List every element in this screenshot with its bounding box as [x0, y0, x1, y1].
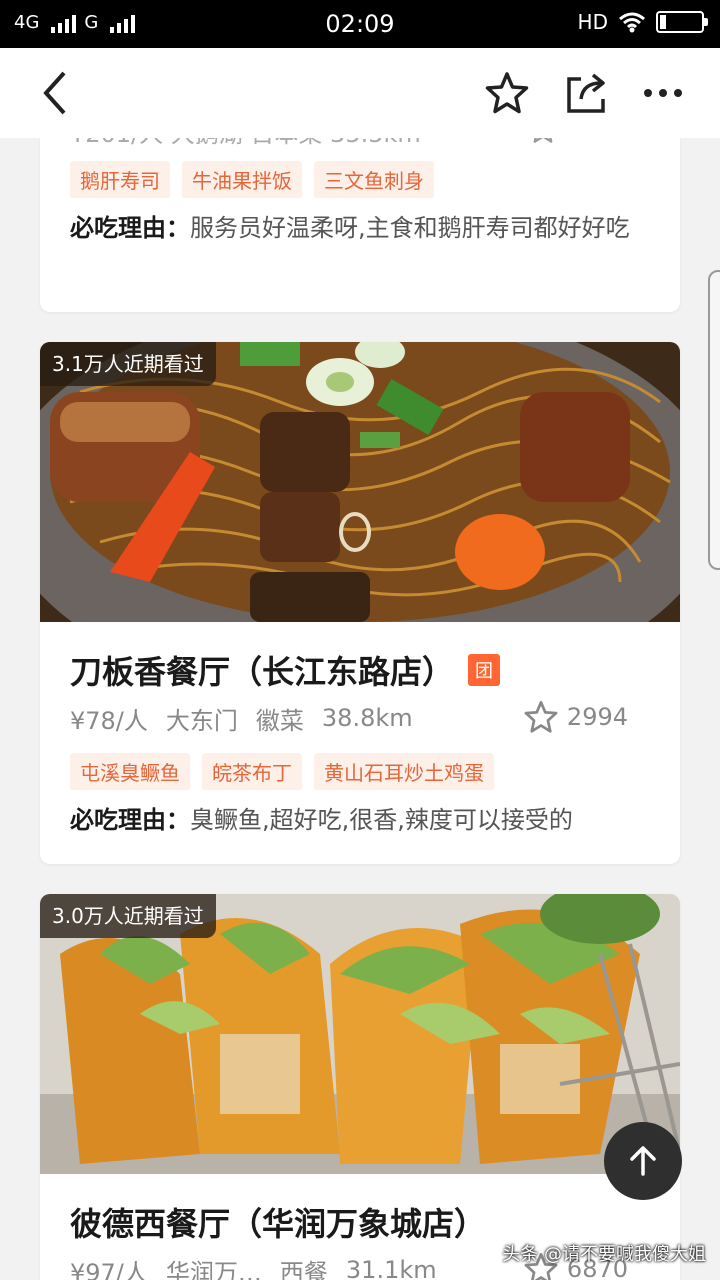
- chevron-left-icon: [43, 71, 66, 115]
- area: 大东门: [165, 706, 238, 735]
- scroll-to-top-button[interactable]: [604, 1122, 682, 1200]
- restaurant-title-row: 刀板香餐厅（长江东路店） 团: [70, 647, 650, 693]
- share-icon: [567, 73, 605, 113]
- share-button[interactable]: [560, 68, 610, 118]
- wifi-icon: [619, 12, 645, 33]
- cuisine: 徽菜: [255, 706, 304, 735]
- restaurant-card[interactable]: 3.1万人近期看过 刀板香餐厅（长江东路店） 团 ¥78/人 大东门 徽菜 38…: [40, 342, 680, 864]
- restaurant-card[interactable]: ¥201/人 大鹅湖 日本菜 35.5km 3422 鹅肝寿司 牛油果拌饭 三文…: [40, 138, 680, 312]
- hd-indicator: HD: [577, 10, 608, 34]
- must-eat-reason: 必吃理由：臭鳜鱼,超好吃,很香,辣度可以接受的: [70, 796, 650, 838]
- distance: 31.1km: [345, 1256, 437, 1280]
- favorite-button[interactable]: [482, 68, 532, 118]
- dish-tag[interactable]: 黄山石耳炒土鸡蛋: [314, 752, 494, 790]
- dish-tag[interactable]: 皖茶布丁: [202, 752, 302, 790]
- reason-label: 必吃理由：: [70, 214, 190, 242]
- reason-label: 必吃理由：: [70, 806, 190, 834]
- favorite-count-group[interactable]: 3422: [527, 138, 628, 144]
- distance: 38.8km: [321, 704, 413, 732]
- must-eat-reason: 必吃理由：服务员好温柔呀,主食和鹅肝寿司都好好吃: [70, 204, 650, 246]
- reason-text: 臭鳜鱼,超好吃,很香,辣度可以接受的: [190, 806, 573, 834]
- views-badge: 3.0万人近期看过: [40, 894, 216, 938]
- restaurant-meta-partial: ¥201/人 大鹅湖 日本菜 35.5km: [70, 138, 421, 149]
- favorite-count: 3422: [567, 138, 628, 143]
- favorite-count-group[interactable]: 2994: [523, 700, 628, 734]
- favorite-count: 2994: [566, 703, 628, 731]
- dish-tag[interactable]: 牛油果拌饭: [182, 160, 302, 198]
- dish-tag[interactable]: 屯溪臭鳜鱼: [70, 752, 190, 790]
- price-per-person: ¥97/人: [70, 1258, 148, 1280]
- restaurant-card[interactable]: 3.0万人近期看过 彼德西餐厅（华润万象城店） ¥97/人 华润万… 西餐 31…: [40, 894, 680, 1280]
- top-nav-bar: [0, 48, 720, 138]
- more-icon: [644, 89, 682, 97]
- status-bar: 4G G 02:09 HD: [0, 0, 720, 48]
- restaurant-name[interactable]: 刀板香餐厅（长江东路店）: [70, 647, 454, 693]
- dish-tag[interactable]: 鹅肝寿司: [70, 160, 170, 198]
- restaurant-feed[interactable]: ¥201/人 大鹅湖 日本菜 35.5km 3422 鹅肝寿司 牛油果拌饭 三文…: [0, 138, 720, 1280]
- star-outline-icon: [485, 72, 529, 114]
- area: 华润万…: [165, 1258, 262, 1280]
- dish-tag[interactable]: 三文鱼刺身: [314, 160, 434, 198]
- restaurant-photo[interactable]: 3.0万人近期看过: [40, 894, 680, 1174]
- price-per-person: ¥78/人: [70, 706, 148, 735]
- dish-tags: 鹅肝寿司 牛油果拌饭 三文鱼刺身: [70, 154, 650, 204]
- star-outline-icon: [524, 700, 558, 733]
- group-deal-badge: 团: [468, 654, 501, 686]
- back-button[interactable]: [30, 68, 80, 118]
- edge-scroll-handle[interactable]: [708, 270, 720, 570]
- restaurant-meta-row: ¥201/人 大鹅湖 日本菜 35.5km 3422: [70, 138, 650, 154]
- status-right: HD: [577, 10, 708, 34]
- cuisine: 西餐: [279, 1258, 328, 1280]
- reason-text: 服务员好温柔呀,主食和鹅肝寿司都好好吃: [190, 214, 630, 242]
- star-outline-icon: [533, 138, 553, 143]
- restaurant-title-row: 彼德西餐厅（华润万象城店）: [70, 1199, 650, 1245]
- arrow-up-icon: [630, 1146, 656, 1176]
- restaurant-photo[interactable]: 3.1万人近期看过: [40, 342, 680, 622]
- restaurant-meta-row: ¥78/人 大东门 徽菜 38.8km 2994: [70, 690, 650, 746]
- more-button[interactable]: [638, 68, 688, 118]
- restaurant-name[interactable]: 彼德西餐厅（华润万象城店）: [70, 1199, 486, 1245]
- watermark: 头条 @请不要喊我傻大姐: [502, 1244, 706, 1265]
- dish-tags: 屯溪臭鳜鱼 皖茶布丁 黄山石耳炒土鸡蛋: [70, 746, 650, 796]
- battery-icon: [656, 11, 708, 33]
- views-badge: 3.1万人近期看过: [40, 342, 216, 386]
